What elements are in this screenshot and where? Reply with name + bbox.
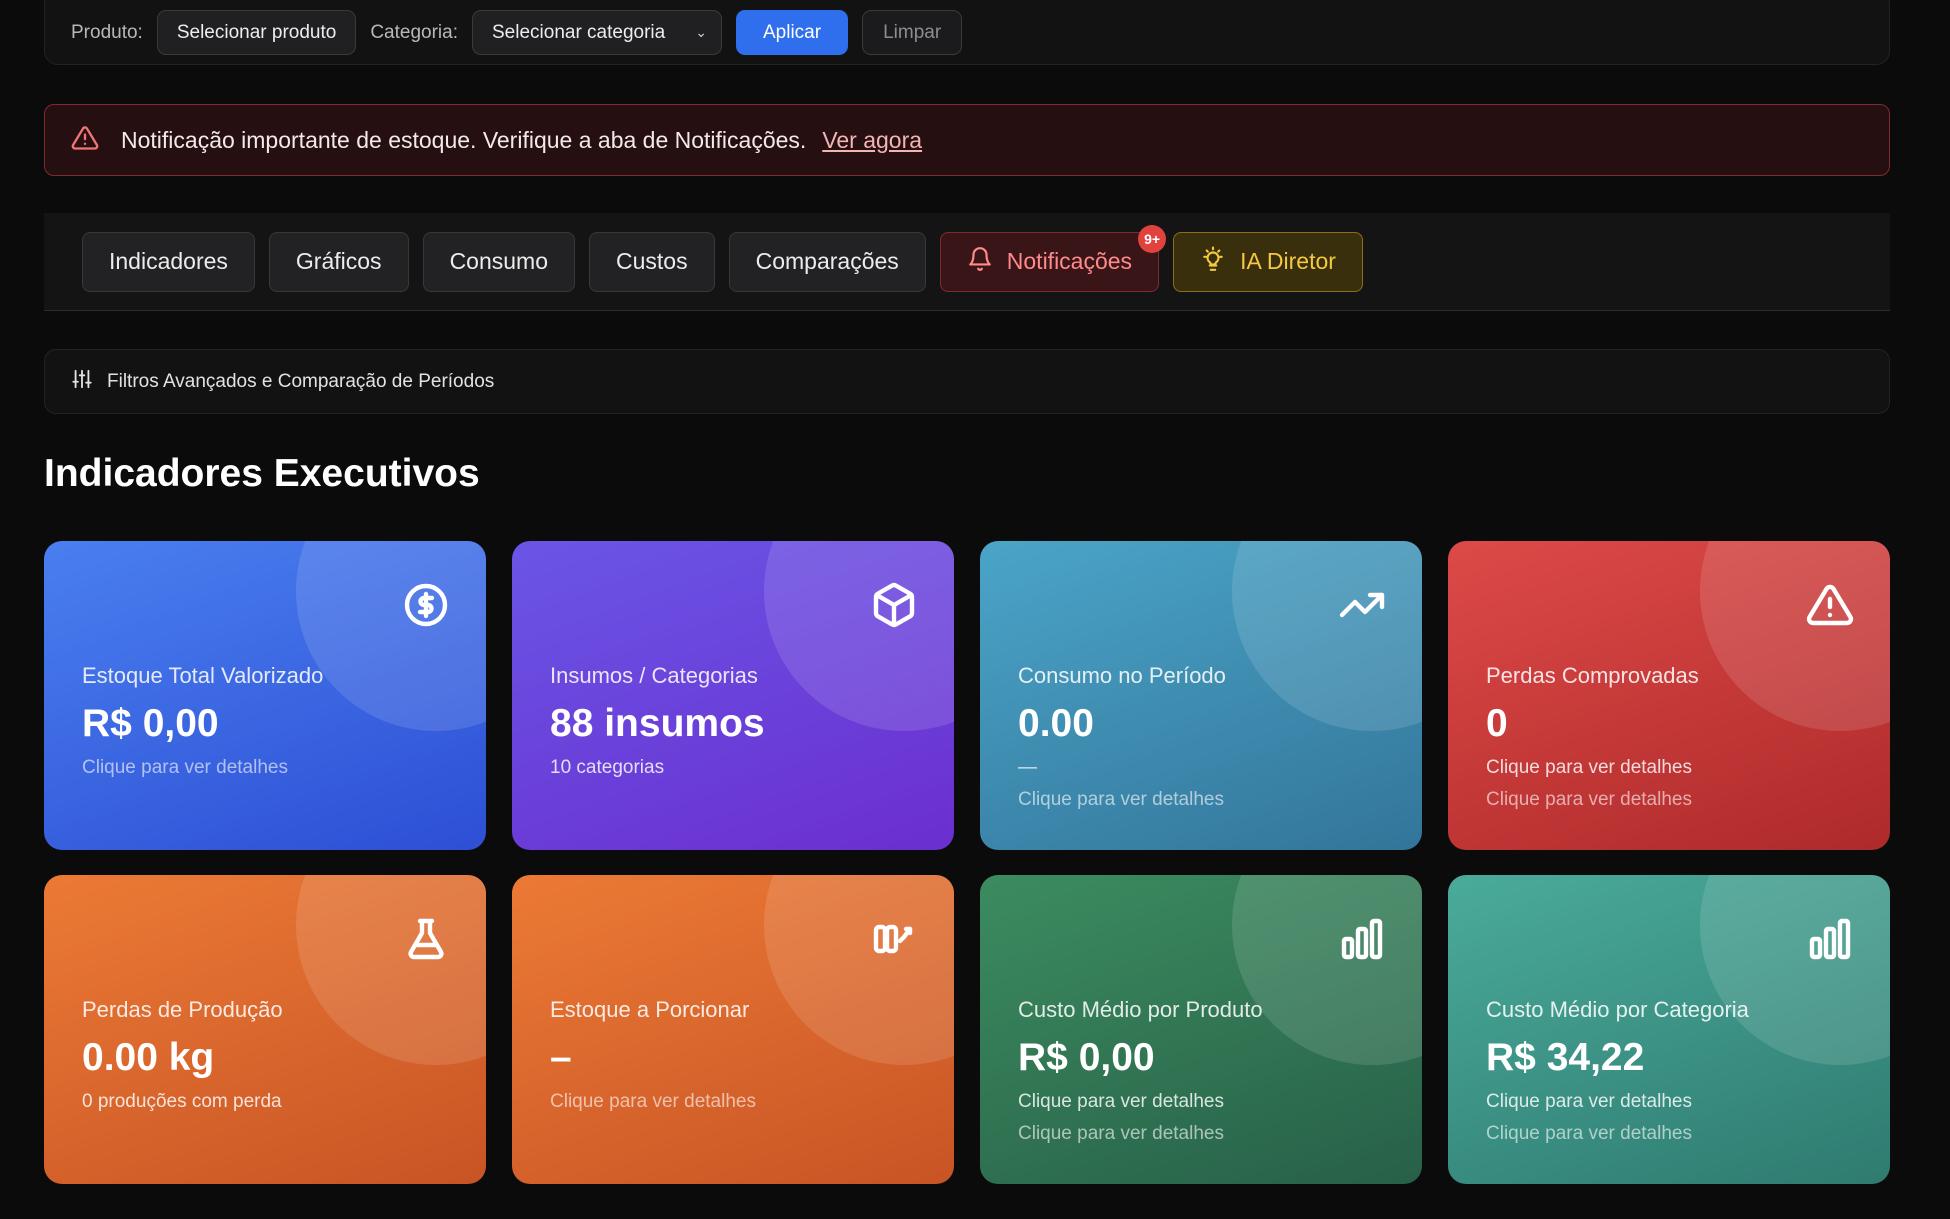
flask-icon [402, 915, 450, 963]
card-subtitle: 10 categorias [550, 757, 665, 778]
tab-label: Consumo [449, 248, 548, 274]
card-custo-medio-produto[interactable]: Custo Médio por Produto R$ 0,00 Clique p… [980, 875, 1422, 1184]
card-value: 0 [1486, 702, 1508, 745]
card-perdas-comprovadas[interactable]: Perdas Comprovadas 0 Clique para ver det… [1448, 541, 1890, 850]
card-hint: Clique para ver detalhes [1018, 789, 1224, 810]
card-perdas-producao[interactable]: Perdas de Produção 0.00 kg 0 produções c… [44, 875, 486, 1184]
card-hint: Clique para ver detalhes [1486, 1123, 1692, 1144]
alert-message: Notificação importante de estoque. Verif… [121, 126, 807, 153]
warning-triangle-icon [71, 124, 99, 157]
tab-graficos[interactable]: Gráficos [268, 231, 409, 292]
tab-bar: Indicadores Gráficos Consumo Custos Comp… [44, 213, 1890, 311]
card-estoque-porcionar[interactable]: Estoque a Porcionar – Clique para ver de… [512, 875, 954, 1184]
card-subtitle: Clique para ver detalhes [1486, 757, 1692, 778]
card-consumo-periodo[interactable]: Consumo no Período 0.00 — Clique para ve… [980, 541, 1422, 850]
filter-bar: Produto: Selecionar produto Categoria: S… [44, 0, 1890, 65]
card-title: Perdas Comprovadas [1486, 663, 1699, 688]
tab-notificacoes[interactable]: Notificações 9+ [939, 224, 1167, 292]
card-subtitle: Clique para ver detalhes [1018, 1091, 1224, 1112]
card-title: Custo Médio por Produto [1018, 997, 1263, 1022]
category-select-value: Selecionar categoria [492, 21, 666, 43]
product-label: Produto: [71, 21, 143, 43]
card-custo-medio-categoria[interactable]: Custo Médio por Categoria R$ 34,22 Cliqu… [1448, 875, 1890, 1184]
warning-triangle-icon [1806, 581, 1854, 629]
stock-alert: Notificação importante de estoque. Verif… [44, 104, 1890, 176]
tab-consumo[interactable]: Consumo [422, 231, 575, 292]
advanced-filters-toggle[interactable]: Filtros Avançados e Comparação de Períod… [44, 349, 1890, 414]
tab-label: Notificações [1006, 248, 1133, 274]
tab-comparacoes[interactable]: Comparações [728, 231, 926, 292]
card-value: 0.00 [1018, 702, 1094, 745]
card-hint: Clique para ver detalhes [1018, 1123, 1224, 1144]
bar-chart-icon [1806, 915, 1854, 963]
card-hint: Clique para ver detalhes [1486, 789, 1692, 810]
tab-label: Custos [616, 248, 688, 274]
card-insumos-categorias[interactable]: Insumos / Categorias 88 insumos 10 categ… [512, 541, 954, 850]
bar-chart-icon [1338, 915, 1386, 963]
card-title: Perdas de Produção [82, 997, 283, 1022]
card-title: Estoque a Porcionar [550, 997, 750, 1022]
tab-label: Indicadores [109, 248, 228, 274]
card-title: Consumo no Período [1018, 663, 1226, 688]
chevron-down-icon: ⌄ [695, 24, 707, 40]
card-value: R$ 0,00 [1018, 1036, 1155, 1079]
dollar-circle-icon [402, 581, 450, 629]
section-title: Indicadores Executivos [44, 452, 480, 495]
clear-button[interactable]: Limpar [862, 10, 963, 55]
card-title: Custo Médio por Categoria [1486, 997, 1749, 1022]
card-subtitle: Clique para ver detalhes [1486, 1091, 1692, 1112]
card-value: 0.00 kg [82, 1036, 215, 1079]
tab-label: Comparações [755, 248, 899, 274]
lightbulb-icon [1200, 246, 1226, 278]
apply-button[interactable]: Aplicar [736, 10, 849, 55]
category-label: Categoria: [370, 21, 458, 43]
card-subtitle: 0 produções com perda [82, 1091, 282, 1112]
select-product-button[interactable]: Selecionar produto [156, 10, 357, 55]
notification-badge: 9+ [1138, 224, 1167, 253]
card-value: 88 insumos [550, 702, 765, 745]
tab-label: Gráficos [295, 248, 382, 274]
category-select[interactable]: Selecionar categoria ⌄ [472, 10, 722, 55]
card-estoque-total[interactable]: Estoque Total Valorizado R$ 0,00 Clique … [44, 541, 486, 850]
tab-custos[interactable]: Custos [589, 231, 715, 292]
tab-ia-diretor[interactable]: IA Diretor [1173, 231, 1363, 292]
box-icon [870, 581, 918, 629]
portion-icon [870, 915, 918, 963]
tab-indicadores[interactable]: Indicadores [82, 231, 255, 292]
tab-label: IA Diretor [1240, 248, 1336, 274]
card-title: Estoque Total Valorizado [82, 663, 324, 688]
view-now-link[interactable]: Ver agora [822, 127, 922, 154]
card-subtitle: Clique para ver detalhes [550, 1091, 756, 1112]
sliders-icon [71, 368, 93, 395]
card-value: R$ 0,00 [82, 702, 219, 745]
card-subtitle: Clique para ver detalhes [82, 757, 288, 778]
card-subtitle: — [1018, 757, 1037, 778]
bell-icon [967, 246, 993, 278]
advanced-filters-label: Filtros Avançados e Comparação de Períod… [107, 370, 495, 392]
trending-up-icon [1338, 581, 1386, 629]
card-title: Insumos / Categorias [550, 663, 758, 688]
card-value: R$ 34,22 [1486, 1036, 1645, 1079]
card-value: – [550, 1036, 572, 1079]
